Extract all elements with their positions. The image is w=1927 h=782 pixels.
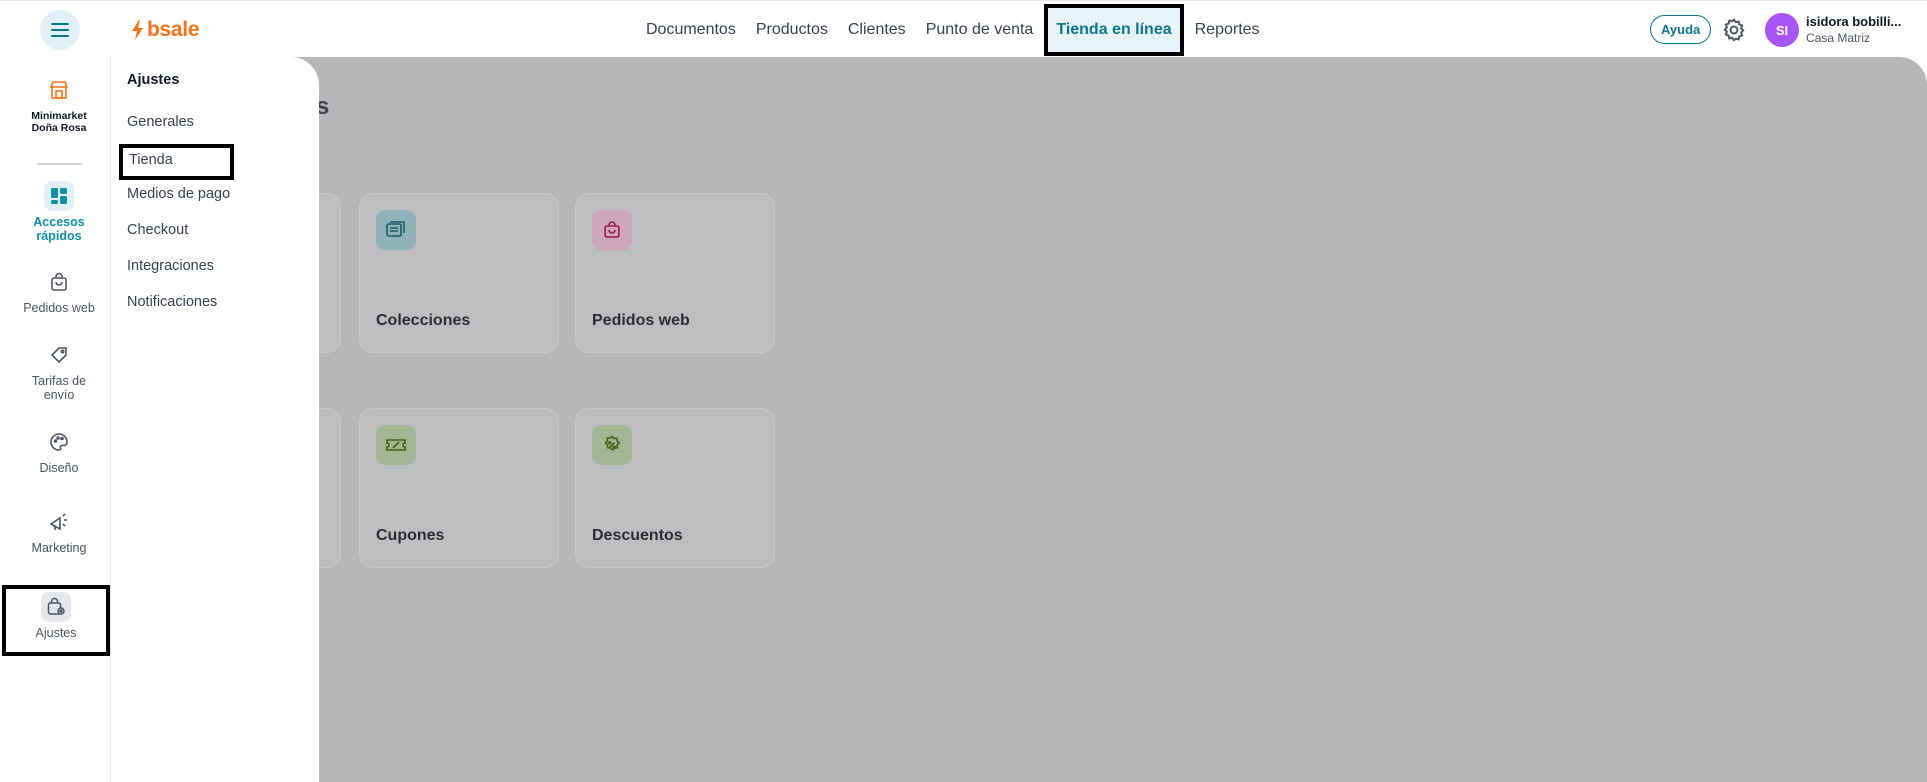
sidebar-item-label: Ajustes <box>35 626 77 640</box>
submenu-item-medios-de-pago[interactable]: Medios de pago <box>127 186 230 202</box>
store-name-line1: Minimarket <box>31 110 87 122</box>
megaphone-icon <box>44 507 74 537</box>
sidebar-item-tarifas-de-envio[interactable]: Tarifas de envío <box>0 340 118 402</box>
bag-icon <box>44 267 74 297</box>
sidebar-item-accesos-rapidos[interactable]: Accesos rápidos <box>0 181 118 243</box>
palette-icon <box>44 427 74 457</box>
dashboard-icon <box>44 181 74 211</box>
card-label: Descuentos <box>592 527 683 544</box>
quick-access-card-cupones[interactable]: Cupones <box>359 408 559 568</box>
help-button[interactable]: Ayuda <box>1650 15 1712 44</box>
hamburger-icon <box>51 23 69 37</box>
sidebar-item-label: Pedidos web <box>23 301 95 315</box>
nav-productos[interactable]: Productos <box>746 7 838 53</box>
bsale-bolt-icon <box>132 20 143 40</box>
user-name[interactable]: isidora bobilli... <box>1806 14 1901 29</box>
nav-clientes[interactable]: Clientes <box>838 7 916 53</box>
quick-access-card-colecciones[interactable]: Colecciones <box>359 193 559 353</box>
top-bar: bsale Documentos Productos Clientes Punt… <box>0 0 1927 57</box>
submenu-item-notificaciones[interactable]: Notificaciones <box>127 294 217 310</box>
submenu-title: Ajustes <box>127 72 180 88</box>
sidebar-item-label: rápidos <box>36 229 82 243</box>
gear-icon[interactable] <box>1721 17 1747 43</box>
card-label: Colecciones <box>376 312 471 329</box>
top-navigation: Documentos Productos Clientes Punto de v… <box>636 1 1270 58</box>
user-branch: Casa Matriz <box>1806 31 1871 45</box>
card-label: Cupones <box>376 527 445 544</box>
left-sidebar: Minimarket Doña Rosa Accesos rápidos Ped… <box>0 57 110 782</box>
sidebar-item-label: Marketing <box>31 541 87 555</box>
submenu-item-checkout[interactable]: Checkout <box>127 222 188 238</box>
tag-icon <box>44 340 74 370</box>
user-avatar[interactable]: SI <box>1765 13 1799 47</box>
sidebar-item-label: Diseño <box>39 461 79 475</box>
submenu-item-integraciones[interactable]: Integraciones <box>127 258 214 274</box>
sidebar-item-ajustes[interactable]: Ajustes <box>2 585 110 656</box>
sidebar-divider <box>37 163 82 165</box>
sidebar-item-label: Tarifas de <box>31 374 87 388</box>
nav-documentos[interactable]: Documentos <box>636 7 746 53</box>
hamburger-menu-button[interactable] <box>40 10 80 50</box>
ajustes-submenu: Ajustes Generales Tienda Medios de pago … <box>110 57 319 782</box>
submenu-item-generales[interactable]: Generales <box>127 114 194 130</box>
store-selector[interactable]: Minimarket Doña Rosa <box>0 79 118 134</box>
nav-reportes[interactable]: Reportes <box>1185 7 1270 53</box>
card-label: Pedidos web <box>592 312 690 329</box>
brand-name: bsale <box>147 18 200 41</box>
discount-icon <box>592 425 632 465</box>
collections-icon <box>376 210 416 250</box>
bag-icon <box>592 210 632 250</box>
sidebar-item-pedidos-web[interactable]: Pedidos web <box>0 267 118 315</box>
sidebar-item-diseno[interactable]: Diseño <box>0 427 118 475</box>
store-icon <box>49 81 69 99</box>
sidebar-item-label: envío <box>43 388 75 402</box>
coupon-icon <box>376 425 416 465</box>
sidebar-item-marketing[interactable]: Marketing <box>0 507 118 555</box>
store-name-line2: Doña Rosa <box>31 122 87 134</box>
quick-access-card-pedidos-web[interactable]: Pedidos web <box>575 193 775 353</box>
nav-punto-de-venta[interactable]: Punto de venta <box>916 7 1044 53</box>
nav-tienda-en-linea[interactable]: Tienda en línea <box>1044 3 1184 56</box>
bsale-logo[interactable]: bsale <box>131 18 200 42</box>
sidebar-item-label: Accesos <box>33 215 85 229</box>
settings-bag-icon <box>41 592 71 622</box>
quick-access-card-descuentos[interactable]: Descuentos <box>575 408 775 568</box>
submenu-item-tienda[interactable]: Tienda <box>119 144 234 180</box>
